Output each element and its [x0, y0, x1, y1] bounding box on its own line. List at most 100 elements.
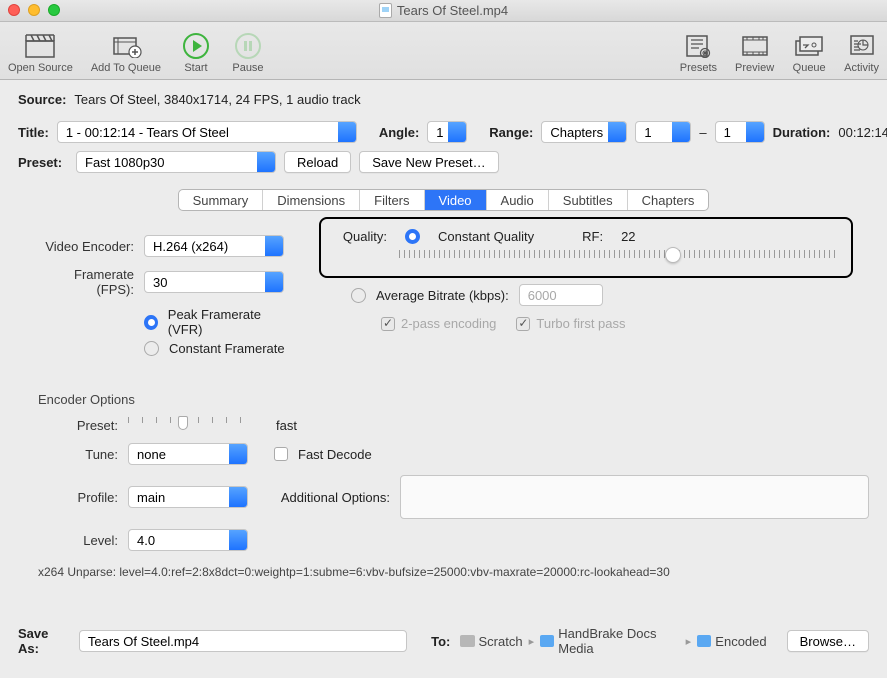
- duration-label: Duration:: [773, 125, 831, 140]
- quality-slider[interactable]: [399, 250, 835, 262]
- preset-label: Preset:: [18, 155, 68, 170]
- quality-box: Quality: Constant Quality RF: 22: [319, 217, 853, 278]
- start-button[interactable]: Start: [179, 31, 213, 74]
- saveas-field[interactable]: [79, 630, 407, 652]
- constant-framerate-label: Constant Framerate: [169, 341, 285, 356]
- video-encoder-select[interactable]: H.264 (x264): [144, 235, 284, 257]
- fps-label: Framerate (FPS):: [34, 267, 134, 297]
- minimize-icon[interactable]: [28, 4, 40, 16]
- toolbar-label: Start: [184, 62, 207, 74]
- two-pass-check: [381, 317, 395, 331]
- browse-button[interactable]: Browse…: [787, 630, 869, 652]
- saveas-label: Save As:: [18, 626, 69, 656]
- average-bitrate-label: Average Bitrate (kbps):: [376, 288, 509, 303]
- level-select[interactable]: 4.0: [128, 529, 248, 551]
- presets-button[interactable]: Presets: [680, 31, 717, 74]
- rf-value: 22: [621, 229, 635, 244]
- source-text: Tears Of Steel, 3840x1714, 24 FPS, 1 aud…: [74, 92, 360, 107]
- zoom-icon[interactable]: [48, 4, 60, 16]
- tab-dimensions[interactable]: Dimensions: [263, 190, 360, 210]
- play-icon: [179, 31, 213, 61]
- constant-quality-radio[interactable]: [405, 229, 420, 244]
- tab-audio[interactable]: Audio: [487, 190, 549, 210]
- activity-icon: [845, 31, 879, 61]
- unparse-text: x264 Unparse: level=4.0:ref=2:8x8dct=0:w…: [38, 565, 849, 579]
- range-to-select[interactable]: 1: [715, 121, 765, 143]
- range-from-select[interactable]: 1: [635, 121, 691, 143]
- constant-quality-label: Constant Quality: [438, 229, 534, 244]
- toolbar-label: Open Source: [8, 62, 73, 74]
- document-icon: [379, 3, 392, 18]
- folder-icon: [460, 635, 474, 647]
- profile-label: Profile:: [18, 490, 118, 505]
- duration-value: 00:12:14: [838, 125, 887, 140]
- encoder-options-heading: Encoder Options: [38, 392, 869, 407]
- tab-filters[interactable]: Filters: [360, 190, 424, 210]
- pause-button[interactable]: Pause: [231, 31, 265, 74]
- path-segment: Encoded: [715, 634, 766, 649]
- encoder-label: Video Encoder:: [34, 239, 134, 254]
- folder-icon: [540, 635, 554, 647]
- fps-select[interactable]: 30: [144, 271, 284, 293]
- level-label: Level:: [18, 533, 118, 548]
- window-title: Tears Of Steel.mp4: [397, 3, 508, 18]
- fast-decode-check[interactable]: [274, 447, 288, 461]
- turbo-label: Turbo first pass: [536, 316, 625, 331]
- angle-label: Angle:: [379, 125, 419, 140]
- range-mode-select[interactable]: Chapters: [541, 121, 627, 143]
- tune-select[interactable]: none: [128, 443, 248, 465]
- peak-framerate-radio[interactable]: [144, 315, 158, 330]
- preset-select[interactable]: Fast 1080p30: [76, 151, 276, 173]
- toolbar-label: Presets: [680, 62, 717, 74]
- toolbar-label: Preview: [735, 62, 774, 74]
- title-select[interactable]: 1 - 00:12:14 - Tears Of Steel: [57, 121, 357, 143]
- range-dash: –: [699, 125, 706, 140]
- tab-video[interactable]: Video: [425, 190, 487, 210]
- tune-label: Tune:: [18, 447, 118, 462]
- fast-decode-label: Fast Decode: [298, 447, 372, 462]
- preview-icon: [738, 31, 772, 61]
- average-bitrate-radio[interactable]: [351, 288, 366, 303]
- toolbar-label: Queue: [793, 62, 826, 74]
- path-segment: HandBrake Docs Media: [558, 626, 679, 656]
- preview-button[interactable]: Preview: [735, 31, 774, 74]
- turbo-check: [516, 317, 530, 331]
- add-to-queue-button[interactable]: Add To Queue: [91, 31, 161, 74]
- tab-subtitles[interactable]: Subtitles: [549, 190, 628, 210]
- bitrate-field: [519, 284, 603, 306]
- encoder-preset-slider[interactable]: [128, 417, 252, 433]
- open-source-button[interactable]: Open Source: [8, 31, 73, 74]
- add-to-queue-icon: [109, 31, 143, 61]
- encoder-preset-label: Preset:: [18, 418, 118, 433]
- film-clapper-icon: [23, 31, 57, 61]
- folder-icon: [697, 635, 711, 647]
- titlebar: Tears Of Steel.mp4: [0, 0, 887, 22]
- save-new-preset-button[interactable]: Save New Preset…: [359, 151, 498, 173]
- tab-chapters[interactable]: Chapters: [628, 190, 709, 210]
- chevron-right-icon: ▸: [529, 635, 535, 648]
- close-icon[interactable]: [8, 4, 20, 16]
- queue-icon: [792, 31, 826, 61]
- pause-icon: [231, 31, 265, 61]
- tabs: Summary Dimensions Filters Video Audio S…: [18, 189, 869, 211]
- peak-framerate-label: Peak Framerate (VFR): [168, 307, 287, 337]
- bottom-bar: Save As: To: Scratch ▸ HandBrake Docs Me…: [0, 614, 887, 678]
- toolbar-label: Activity: [844, 62, 879, 74]
- tab-summary[interactable]: Summary: [179, 190, 264, 210]
- toolbar-label: Add To Queue: [91, 62, 161, 74]
- reload-button[interactable]: Reload: [284, 151, 351, 173]
- path-segment: Scratch: [479, 634, 523, 649]
- profile-select[interactable]: main: [128, 486, 248, 508]
- angle-select[interactable]: 1: [427, 121, 467, 143]
- activity-button[interactable]: Activity: [844, 31, 879, 74]
- toolbar: Open Source Add To Queue Start Pause Pre…: [0, 22, 887, 80]
- queue-button[interactable]: Queue: [792, 31, 826, 74]
- encoder-preset-speed: fast: [276, 418, 297, 433]
- additional-options-field[interactable]: [400, 475, 869, 519]
- save-path[interactable]: Scratch ▸ HandBrake Docs Media ▸ Encoded: [460, 626, 766, 656]
- to-label: To:: [431, 634, 450, 649]
- two-pass-label: 2-pass encoding: [401, 316, 496, 331]
- range-label: Range:: [489, 125, 533, 140]
- toolbar-label: Pause: [232, 62, 263, 74]
- constant-framerate-radio[interactable]: [144, 341, 159, 356]
